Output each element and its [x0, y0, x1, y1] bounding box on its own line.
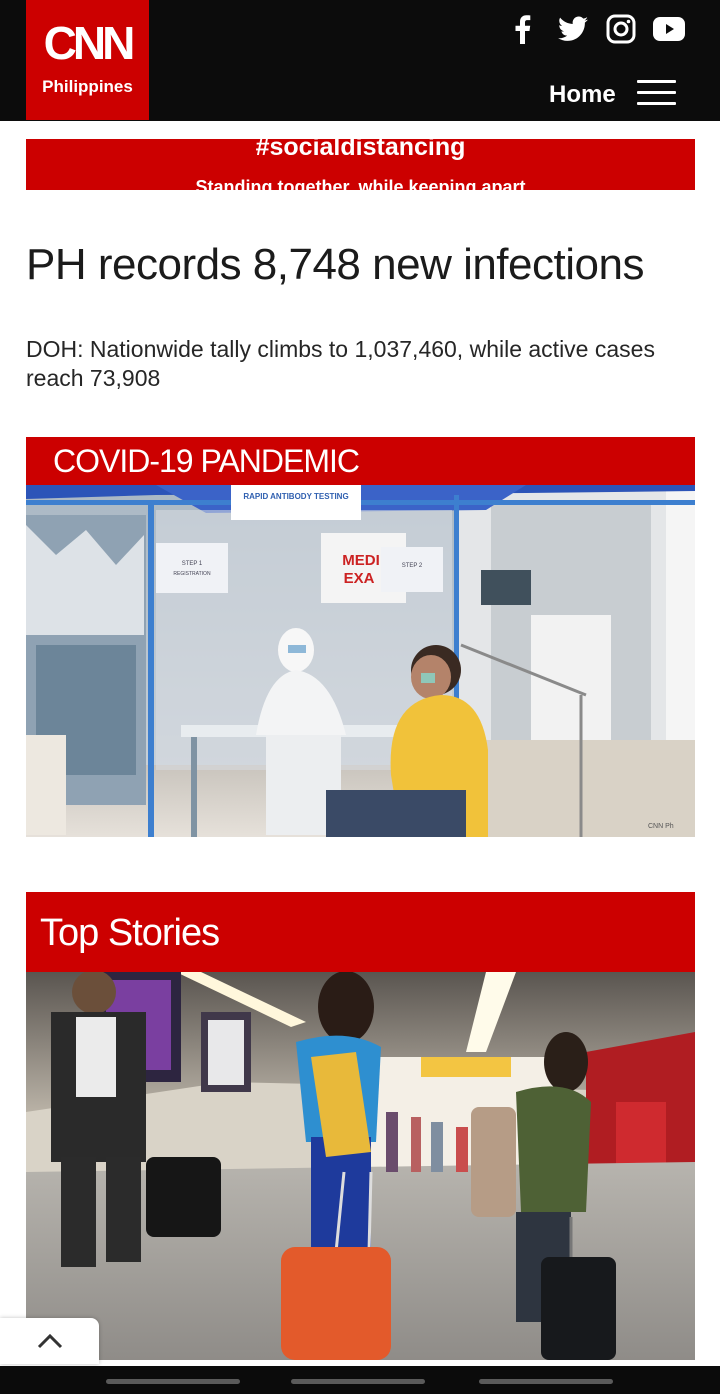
svg-text:EXA: EXA — [344, 570, 375, 587]
instagram-icon[interactable] — [604, 12, 638, 46]
nav-recent-apps[interactable] — [106, 1379, 240, 1384]
chevron-up-icon — [37, 1333, 62, 1349]
photo-credit: CNN Ph — [648, 823, 674, 830]
top-stories-section-header[interactable]: Top Stories — [26, 892, 695, 972]
nav-back[interactable] — [479, 1379, 613, 1384]
article-subheadline: DOH: Nationwide tally climbs to 1,037,46… — [26, 336, 655, 391]
back-to-top-button[interactable] — [0, 1318, 99, 1364]
system-navigation-bar — [0, 1366, 720, 1394]
covid-section-title: COVID-19 PANDEMIC — [53, 443, 360, 479]
home-link[interactable]: Home — [549, 81, 616, 109]
hamburger-menu-icon[interactable] — [637, 80, 676, 106]
logo-wordmark: CNN — [43, 17, 136, 69]
facebook-icon[interactable] — [505, 12, 539, 46]
logo-subtitle: Philippines — [42, 77, 133, 96]
svg-text:STEP 2: STEP 2 — [402, 563, 423, 569]
banner-subtitle: Standing together, while keeping apart — [195, 177, 526, 190]
cnn-philippines-logo[interactable]: CNN Philippines — [26, 0, 149, 120]
svg-text:REGISTRATION: REGISTRATION — [173, 571, 211, 577]
site-header: CNN Philippines Home — [0, 0, 720, 121]
svg-text:STEP 1: STEP 1 — [182, 561, 203, 567]
covid-testing-photo[interactable]: RAPID ANTIBODY TESTING MEDI EXA STEP 1 R… — [26, 485, 695, 837]
covid-section-header[interactable]: COVID-19 PANDEMIC — [26, 437, 695, 485]
social-distancing-banner[interactable]: #socialdistancing Standing together, whi… — [26, 139, 695, 190]
article-headline[interactable]: PH records 8,748 new infections — [26, 240, 706, 290]
youtube-icon[interactable] — [652, 12, 686, 46]
top-stories-title: Top Stories — [40, 912, 220, 954]
top-stories-airport-photo[interactable] — [26, 972, 695, 1360]
nav-home[interactable] — [291, 1379, 425, 1384]
banner-title: #socialdistancing — [255, 139, 466, 161]
testing-sign: RAPID ANTIBODY TESTING — [243, 492, 348, 501]
svg-text:MEDI: MEDI — [342, 552, 380, 569]
twitter-icon[interactable] — [556, 12, 590, 46]
